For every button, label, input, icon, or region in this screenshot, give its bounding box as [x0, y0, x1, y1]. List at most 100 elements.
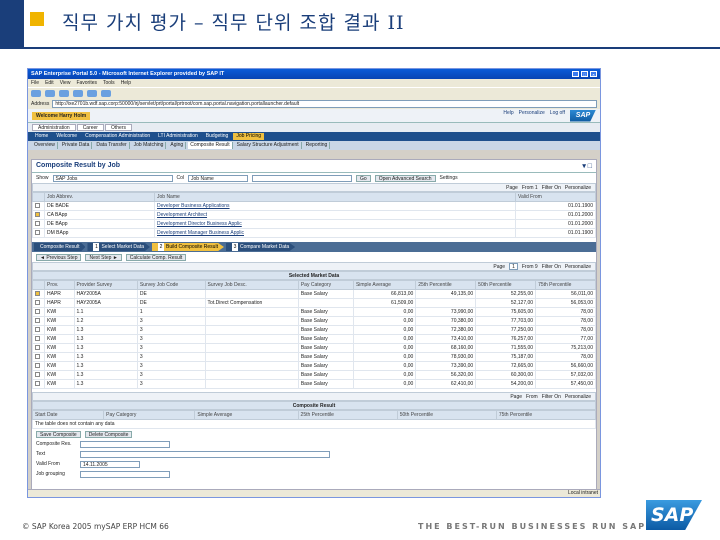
subtab-aging[interactable]: Aging [168, 142, 187, 149]
col-job-abbrev[interactable]: Job Abbrev. [44, 192, 155, 202]
composite-name-input[interactable] [80, 440, 170, 448]
row-checkbox[interactable] [32, 325, 45, 335]
save-composite-button[interactable]: Save Composite [36, 430, 81, 438]
subtab-overview[interactable]: Overview [32, 142, 58, 149]
checkbox-icon[interactable] [35, 229, 40, 235]
jobs-from[interactable]: From 1 [522, 185, 538, 191]
col-provider-survey[interactable]: Provider Survey [73, 280, 138, 290]
col-start-date[interactable]: Start Date [32, 410, 105, 420]
table-row[interactable]: KWI 1.3 3 Base Salary 0,00 73,390,00 72,665,00… [32, 361, 596, 371]
checkbox-icon[interactable] [35, 380, 40, 386]
row-checkbox[interactable] [32, 210, 45, 220]
text-input[interactable] [80, 450, 330, 458]
refresh-icon[interactable] [73, 89, 83, 97]
tab-administration[interactable]: Administration [32, 124, 76, 131]
col-pay-category[interactable]: Pay Category [297, 280, 354, 290]
col-50th[interactable]: 50th Percentile [475, 280, 537, 290]
col-job-name[interactable]: Job Name [154, 192, 516, 202]
table-row[interactable]: HAPR HAY2005A DE Base Salary 66,813,00 49,135… [32, 289, 596, 299]
col-pay-category[interactable]: Pay Category [103, 410, 196, 420]
tab-lti[interactable]: LTI Administration [155, 133, 201, 140]
col-valid-from[interactable]: Valid From [515, 192, 596, 202]
table-row[interactable]: DE BApp Development Director Business Ap… [32, 219, 596, 229]
col-75th[interactable]: 75th Percentile [535, 280, 596, 290]
composite-from[interactable]: From [526, 394, 538, 400]
checkbox-icon[interactable] [35, 211, 40, 217]
next-step-button[interactable]: Next Step ► [85, 253, 122, 261]
col-25th[interactable]: 25th Percentile [415, 280, 477, 290]
table-row[interactable]: KWI 1.3 3 Base Salary 0,00 73,410,00 76,257,00… [32, 334, 596, 344]
composite-filter[interactable]: Filter On [542, 394, 561, 400]
subtab-data-transfer[interactable]: Data Transfer [94, 142, 130, 149]
col-prov[interactable]: Prov. [44, 280, 75, 290]
market-page[interactable]: Page [493, 264, 505, 270]
row-checkbox[interactable] [32, 361, 45, 371]
previous-step-button[interactable]: ◄ Previous Step [36, 253, 82, 261]
row-checkbox[interactable] [32, 228, 45, 238]
logoff-link[interactable]: Log off [550, 110, 565, 122]
checkbox-icon[interactable] [35, 290, 40, 296]
step-select-market-data[interactable]: 1 Select Market Data [87, 243, 150, 251]
table-row[interactable]: DM BApp Development Manager Business App… [32, 228, 596, 238]
delete-composite-button[interactable]: Delete Composite [84, 430, 133, 438]
checkbox-icon[interactable] [35, 317, 40, 323]
help-link[interactable]: Help [503, 110, 513, 122]
checkbox-icon[interactable] [35, 308, 40, 314]
calculate-button[interactable]: Calculate Comp. Result [125, 253, 187, 261]
col-simple-average[interactable]: Simple Average [194, 410, 299, 420]
checkbox-icon[interactable] [35, 220, 40, 226]
row-checkbox[interactable] [32, 298, 45, 308]
table-row[interactable]: HAPR HAY2005A DE Tot.Direct Compensation 61,… [32, 298, 596, 308]
job-link[interactable]: Development Manager Business Applic [157, 230, 244, 236]
table-row[interactable]: KWI 1.2 3 Base Salary 0,00 70,380,00 77,703,00… [32, 316, 596, 326]
row-checkbox[interactable] [32, 379, 45, 389]
menu-help[interactable]: Help [121, 80, 131, 86]
table-row[interactable]: KWI 1.1 1 Base Salary 0,00 73,990,00 75,605,00… [32, 307, 596, 317]
step-build-composite[interactable]: 2 Build Composite Result [152, 243, 224, 251]
checkbox-icon[interactable] [35, 335, 40, 341]
composite-page[interactable]: Page [510, 394, 522, 400]
row-checkbox[interactable] [32, 343, 45, 353]
tab-compensation[interactable]: Compensation Administration [82, 133, 153, 140]
maximize-icon[interactable]: □ [581, 71, 588, 77]
row-checkbox[interactable] [32, 334, 45, 344]
stop-icon[interactable] [59, 89, 69, 97]
market-filter[interactable]: Filter On [542, 264, 561, 270]
menu-favorites[interactable]: Favorites [76, 80, 97, 86]
checkbox-icon[interactable] [35, 353, 40, 359]
market-from[interactable]: From 9 [522, 264, 538, 270]
search-icon[interactable] [101, 89, 111, 97]
col-survey-job-desc[interactable]: Survey Job Desc. [204, 280, 299, 290]
job-link[interactable]: Development Architect [157, 212, 207, 218]
go-button[interactable]: Go [356, 174, 371, 182]
checkbox-icon[interactable] [35, 371, 40, 377]
table-row[interactable]: KWI 1.3 3 Base Salary 0,00 72,380,00 77,250,00… [32, 325, 596, 335]
close-icon[interactable]: × [590, 71, 597, 77]
jobs-filter[interactable]: Filter On [542, 185, 561, 191]
step-compare-market-data[interactable]: 3 Compare Market Data [225, 243, 296, 251]
menu-edit[interactable]: Edit [45, 80, 54, 86]
col-survey-job-code[interactable]: Survey Job Code [136, 280, 206, 290]
row-checkbox[interactable] [32, 219, 45, 229]
window-options-icon[interactable]: ▾ □ [582, 162, 592, 170]
table-row[interactable]: KWI 1.3 3 Base Salary 0,00 68,160,00 71,555,00… [32, 343, 596, 353]
personalize-link[interactable]: Personalize [519, 110, 545, 122]
row-checkbox[interactable] [32, 352, 45, 362]
subtab-private-data[interactable]: Private Data [60, 142, 93, 149]
col-25th[interactable]: 25th Percentile [297, 410, 398, 420]
tab-budgeting[interactable]: Budgeting [203, 133, 232, 140]
show-select[interactable]: SAP Jobs [52, 174, 173, 182]
col-simple-average[interactable]: Simple Average [352, 280, 417, 290]
job-link[interactable]: Developer Business Applications [157, 203, 230, 209]
col-75th[interactable]: 75th Percentile [495, 410, 596, 420]
tab-job-pricing[interactable]: Job Pricing [233, 133, 265, 140]
home-icon[interactable] [87, 89, 97, 97]
row-checkbox[interactable] [32, 370, 45, 380]
job-link[interactable]: Development Director Business Applic [157, 221, 242, 227]
minimize-icon[interactable]: _ [572, 71, 579, 77]
tab-home[interactable]: Home [32, 133, 51, 140]
subtab-composite-result[interactable]: Composite Result [188, 142, 233, 149]
tab-career[interactable]: Career [76, 124, 104, 131]
forward-icon[interactable] [45, 89, 55, 97]
tab-others[interactable]: Others [104, 124, 132, 131]
